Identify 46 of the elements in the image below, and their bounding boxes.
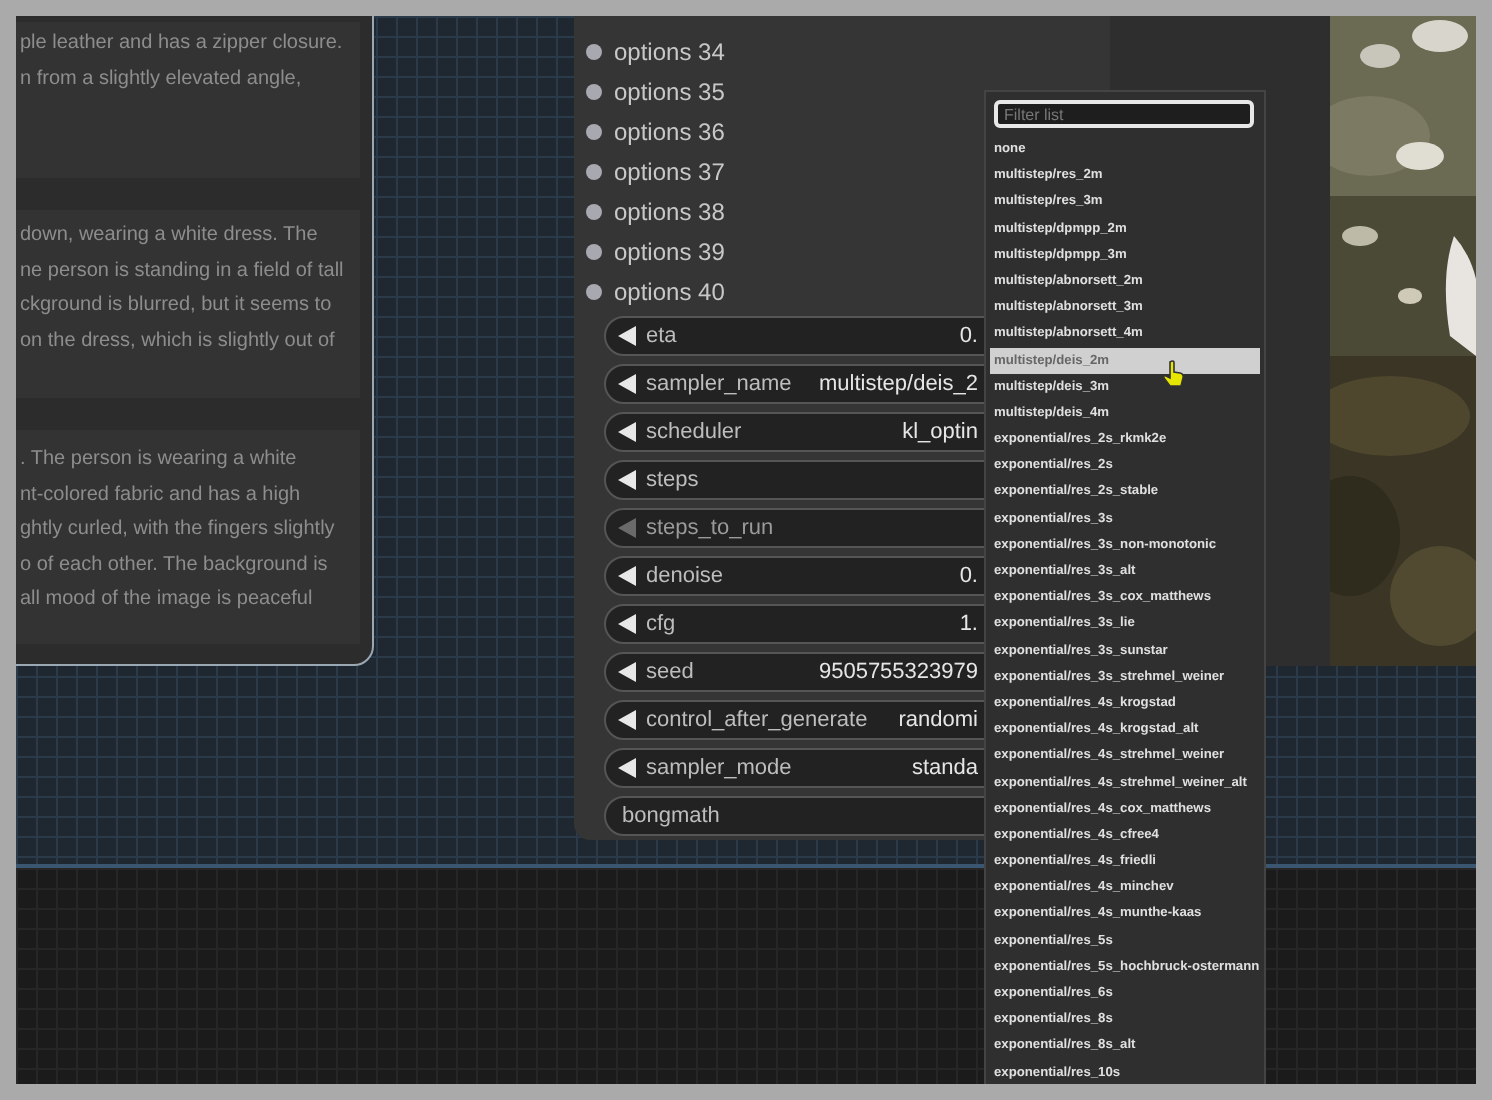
output-label: options 36 xyxy=(614,118,725,146)
widget-label: scheduler xyxy=(646,420,742,444)
caption-text: down, wearing a white dress. The ne person is standing in a field of tall ckground is blurred, but it seems to on the dress, which is slightly out of xyxy=(16,210,360,398)
left-arrow-icon[interactable] xyxy=(618,326,636,346)
output-dot[interactable] xyxy=(586,84,602,100)
widget-label: sampler_name xyxy=(646,372,792,396)
widget-value: 9505755323979 xyxy=(816,660,978,684)
hand-cursor-icon xyxy=(1160,360,1188,388)
output-dot[interactable] xyxy=(586,44,602,60)
left-arrow-icon[interactable] xyxy=(618,710,636,730)
caption-text: ple leather and has a zipper closure. n from a slightly elevated angle, xyxy=(16,22,360,178)
output-dot[interactable] xyxy=(586,244,602,260)
output-dot[interactable] xyxy=(586,284,602,300)
left-arrow-icon[interactable] xyxy=(618,422,636,442)
filter-field[interactable]: Filter list xyxy=(994,100,1254,128)
left-arrow-icon[interactable] xyxy=(618,758,636,778)
output-label: options 35 xyxy=(614,78,725,106)
widget-value: standa xyxy=(909,756,978,780)
widget-value: kl_optin xyxy=(900,420,978,444)
left-arrow-icon[interactable] xyxy=(618,662,636,682)
widget-label: sampler_mode xyxy=(646,756,792,780)
output-label: options 40 xyxy=(614,278,725,306)
caption-text: . The person is wearing a white nt-colored fabric and has a high ghtly curled, with the fingers slightly o of each other. The background is all mood of the image is peaceful xyxy=(16,430,360,644)
left-arrow-icon[interactable] xyxy=(618,374,636,394)
widget-value: multistep/deis_2 xyxy=(817,372,978,396)
widget-value: 0. xyxy=(957,324,978,348)
output-dot[interactable] xyxy=(586,164,602,180)
widget-label: cfg xyxy=(646,612,676,636)
output-label: options 34 xyxy=(614,38,725,66)
widget-label: steps xyxy=(646,468,699,492)
widget-value: randomi xyxy=(896,708,978,732)
output-label: options 38 xyxy=(614,198,725,226)
widget-value: 0. xyxy=(957,564,978,588)
widget-value: 1. xyxy=(957,612,978,636)
widget-label: denoise xyxy=(646,564,724,588)
widget-label: eta xyxy=(646,324,677,348)
left-arrow-icon[interactable] xyxy=(618,614,636,634)
left-arrow-icon[interactable] xyxy=(618,566,636,586)
left-arrow-icon[interactable] xyxy=(618,470,636,490)
widget-label: control_after_generate xyxy=(646,708,868,732)
output-dot[interactable] xyxy=(586,204,602,220)
output-dot[interactable] xyxy=(586,124,602,140)
output-label: options 37 xyxy=(614,158,725,186)
widget-label: steps_to_run xyxy=(646,516,774,540)
output-label: options 39 xyxy=(614,238,725,266)
widget-label: seed xyxy=(646,660,694,684)
